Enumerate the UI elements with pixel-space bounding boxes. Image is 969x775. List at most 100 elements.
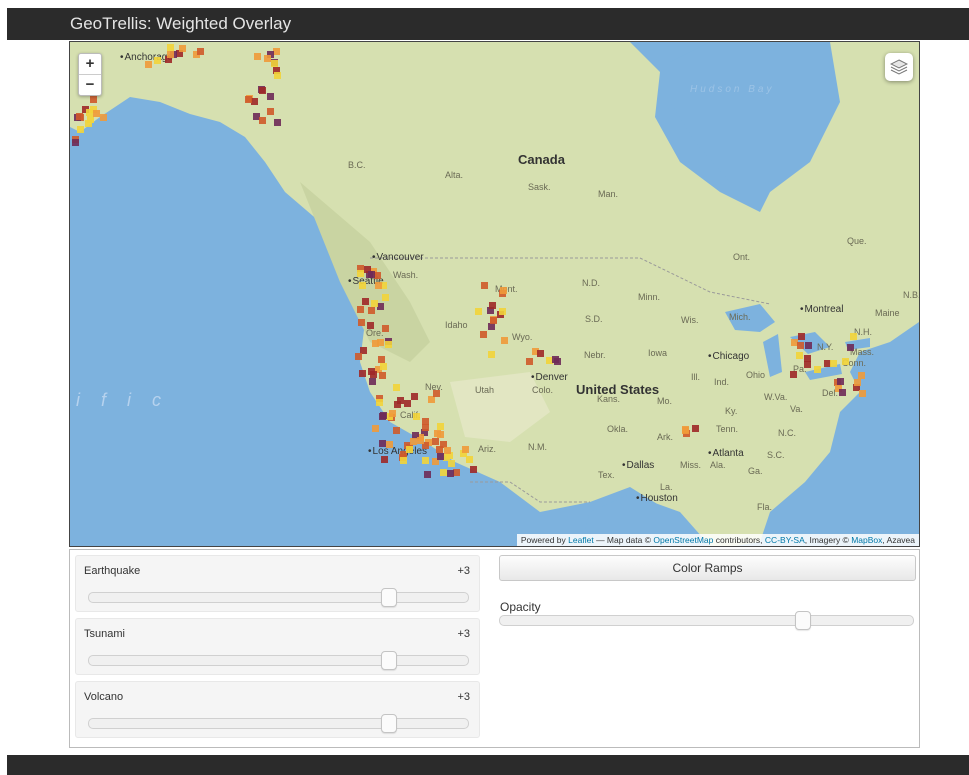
app-header: GeoTrellis: Weighted Overlay [7, 8, 969, 40]
slider-handle[interactable] [381, 714, 397, 733]
map-label-sd: S.D. [585, 314, 603, 324]
map-label-sask: Sask. [528, 182, 551, 192]
map-label-ariz: Ariz. [478, 444, 496, 454]
map-label-ga: Ga. [748, 466, 763, 476]
map-label-okla: Okla. [607, 424, 629, 434]
openstreetmap-link[interactable]: OpenStreetMap [653, 535, 713, 545]
map-label-nd: N.D. [582, 278, 600, 288]
map-label-ark: Ark. [657, 432, 674, 442]
map-label-idaho: Idaho [445, 320, 468, 330]
map-label-wva: W.Va. [764, 392, 788, 402]
map-label-del: Del. [822, 388, 839, 398]
map-city-seattle: Seattle [348, 276, 384, 287]
factor-weight: +3 [457, 691, 470, 703]
controls-panel: Earthquake +3 Tsunami +3 Volcano +3 Colo… [69, 549, 920, 748]
slider-handle[interactable] [381, 588, 397, 607]
map-label-ind: Ind. [714, 377, 730, 387]
slider-handle[interactable] [381, 651, 397, 670]
map-label-utah: Utah [475, 385, 495, 395]
zoom-out-button[interactable]: − [79, 74, 101, 95]
map-label-wis: Wis. [681, 315, 699, 325]
map-label-alta: Alta. [445, 170, 464, 180]
map-label-calif: Calif. [400, 410, 421, 420]
map-label-nc: N.C. [778, 428, 796, 438]
map-label-iowa: Iowa [648, 348, 668, 358]
color-ramps-button[interactable]: Color Ramps [499, 555, 916, 581]
map-label-maine: Maine [875, 308, 900, 318]
map-attribution: Powered by Leaflet — Map data © OpenStre… [516, 534, 919, 546]
map-label-mont: Mont. [495, 284, 518, 294]
map-city-atlanta: Atlanta [708, 448, 744, 459]
map-city-los-angeles: Los Angeles [368, 446, 428, 457]
map-label-minn: Minn. [638, 292, 661, 302]
volcano-weight-slider[interactable] [88, 714, 469, 733]
factor-name: Tsunami [84, 628, 125, 640]
map-label-fla: Fla. [757, 502, 773, 512]
map-city-chicago: Chicago [708, 351, 750, 362]
map-label-nh: N.H. [854, 327, 872, 337]
factor-earthquake: Earthquake +3 [75, 555, 480, 612]
map-label-tex: Tex. [598, 470, 615, 480]
factor-name: Volcano [84, 691, 124, 703]
map-label-ky: Ky. [725, 406, 738, 416]
map-label-mo: Mo. [657, 396, 673, 406]
map-city-denver: Denver [531, 372, 568, 383]
map-label-ont: Ont. [733, 252, 751, 262]
tsunami-weight-slider[interactable] [88, 651, 469, 670]
map-label-bc: B.C. [348, 160, 366, 170]
map-label-nb: N.B. [903, 290, 920, 300]
map-label-pa: Pa. [793, 364, 807, 374]
zoom-in-button[interactable]: + [79, 54, 101, 74]
attribution-contributors: contributors, [715, 535, 763, 545]
slider-handle[interactable] [795, 611, 811, 630]
map-label-hudson-bay: Hudson Bay [690, 84, 775, 95]
map-label-wyo: Wyo. [512, 332, 533, 342]
factor-weight: +3 [457, 565, 470, 577]
map-label-pacific: i f i c [76, 390, 170, 410]
earthquake-weight-slider[interactable] [88, 588, 469, 607]
factor-name: Earthquake [84, 565, 141, 577]
map-label-miss: Miss. [680, 460, 701, 470]
zoom-control: + − [78, 53, 102, 96]
map-label-mass: Mass. [850, 347, 875, 357]
map-label-canada: Canada [518, 152, 565, 167]
map-basemap [70, 42, 919, 546]
layers-button[interactable] [885, 53, 913, 81]
map-label-ill: Ill. [691, 372, 700, 382]
license-link[interactable]: CC-BY-SA [765, 535, 805, 545]
layers-icon [890, 59, 908, 75]
opacity-slider[interactable] [499, 611, 914, 630]
attribution-powered-by: Powered by [520, 535, 566, 545]
map-label-man: Man. [598, 189, 619, 199]
map-label-va: Va. [790, 404, 803, 414]
map-label-kans: Kans. [597, 394, 621, 404]
factor-tsunami: Tsunami +3 [75, 618, 480, 675]
map-city-vancouver: Vancouver [372, 252, 424, 263]
map-label-nebr: Nebr. [584, 350, 606, 360]
app-footer [7, 755, 969, 775]
map-label-conn: Conn. [842, 358, 867, 368]
map-label-tenn: Tenn. [716, 424, 739, 434]
map-city-montreal: Montreal [800, 304, 844, 315]
opacity-label: Opacity [500, 600, 541, 614]
map-label-nev: Nev. [425, 382, 443, 392]
attribution-imagery: , Imagery © [804, 535, 849, 545]
map-label-ore: Ore. [366, 328, 384, 338]
map-label-sc: S.C. [767, 450, 785, 460]
map-city-dallas: Dallas [622, 460, 655, 471]
map-label-wash: Wash. [393, 270, 419, 280]
factor-weight: +3 [457, 628, 470, 640]
map-label-que: Que. [847, 236, 867, 246]
mapbox-link[interactable]: MapBox [851, 535, 882, 545]
map-label-colo: Colo. [532, 385, 554, 395]
map-label-ala: Ala. [710, 460, 726, 470]
map-city-anchorage: Anchorage [120, 52, 173, 63]
leaflet-link[interactable]: Leaflet [568, 535, 594, 545]
map-label-nm: N.M. [528, 442, 547, 452]
map-label-ny: N.Y. [817, 342, 834, 352]
map-label-mich: Mich. [729, 312, 751, 322]
map-label-ohio: Ohio [746, 370, 766, 380]
app-title: GeoTrellis: Weighted Overlay [70, 14, 292, 33]
map-view[interactable]: Hudson Bay Canada United States i f i c … [69, 41, 920, 547]
factor-volcano: Volcano +3 [75, 681, 480, 738]
